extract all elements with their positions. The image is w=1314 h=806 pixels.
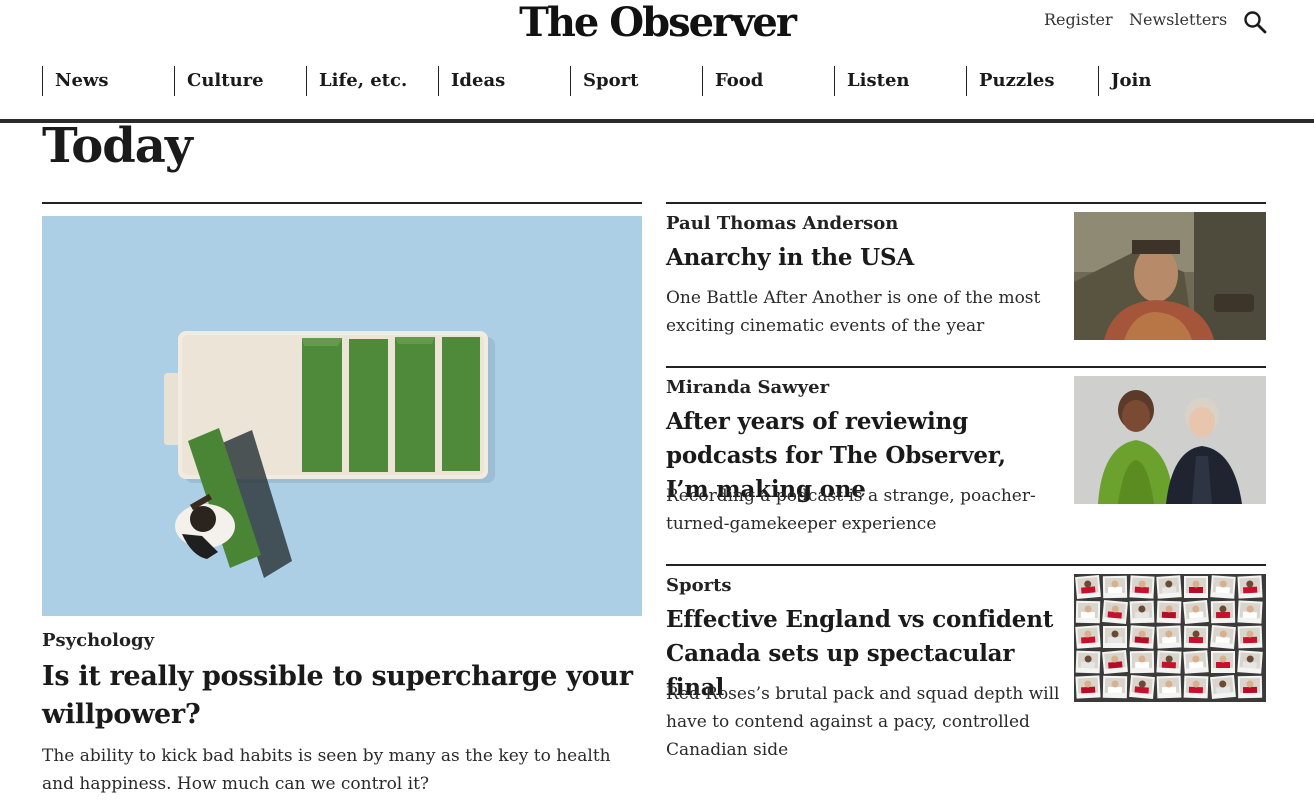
nav-item-life-etc[interactable]: Life, etc.	[306, 66, 407, 96]
story-kicker[interactable]: Miranda Sawyer	[666, 376, 829, 400]
site-logo[interactable]: The Observer	[0, 0, 1314, 46]
story-thumbnail-portrait[interactable]	[1074, 376, 1266, 504]
lead-story-headline[interactable]: Is it really possible to supercharge you…	[42, 658, 642, 734]
lead-story-rule	[42, 202, 642, 204]
story-kicker[interactable]: Sports	[666, 574, 732, 598]
nav-item-culture[interactable]: Culture	[174, 66, 264, 96]
nav-divider	[0, 119, 1314, 123]
nav-item-ideas[interactable]: Ideas	[438, 66, 505, 96]
team-photo-collage	[1074, 574, 1266, 702]
page-title: Today	[42, 118, 193, 174]
nav-item-sport[interactable]: Sport	[570, 66, 638, 96]
nav-item-join[interactable]: Join	[1098, 66, 1151, 96]
story-rule	[666, 202, 1266, 204]
story-rule	[666, 564, 1266, 566]
story-rule	[666, 366, 1266, 368]
main-nav: News Culture Life, etc. Ideas Sport Food…	[0, 66, 1314, 98]
nav-item-food[interactable]: Food	[702, 66, 763, 96]
story-standfirst: Red Roses’s brutal pack and squad depth …	[666, 684, 1060, 760]
register-link[interactable]: Register	[1044, 9, 1113, 31]
nav-item-listen[interactable]: Listen	[834, 66, 909, 96]
lead-story-kicker[interactable]: Psychology	[42, 629, 154, 653]
story-thumbnail-team-collage[interactable]	[1074, 574, 1266, 702]
newsletters-link[interactable]: Newsletters	[1129, 9, 1227, 31]
story-thumbnail-film-still[interactable]	[1074, 212, 1266, 340]
masthead: The Observer Register Newsletters	[0, 0, 1314, 48]
nav-item-news[interactable]: News	[42, 66, 109, 96]
lead-story-illustration[interactable]	[42, 216, 642, 616]
story-kicker[interactable]: Paul Thomas Anderson	[666, 212, 898, 236]
story-headline[interactable]: Anarchy in the USA	[666, 241, 1056, 275]
battery-willpower-illustration	[42, 216, 642, 616]
search-icon[interactable]	[1243, 10, 1267, 34]
film-still-image	[1074, 212, 1266, 340]
lead-story-standfirst: The ability to kick bad habits is seen b…	[42, 746, 611, 794]
nav-item-puzzles[interactable]: Puzzles	[966, 66, 1055, 96]
portrait-photo	[1074, 376, 1266, 504]
story-standfirst: One Battle After Another is one of the m…	[666, 288, 1041, 336]
story-standfirst: Recording a podcast is a strange, poache…	[666, 486, 1036, 534]
